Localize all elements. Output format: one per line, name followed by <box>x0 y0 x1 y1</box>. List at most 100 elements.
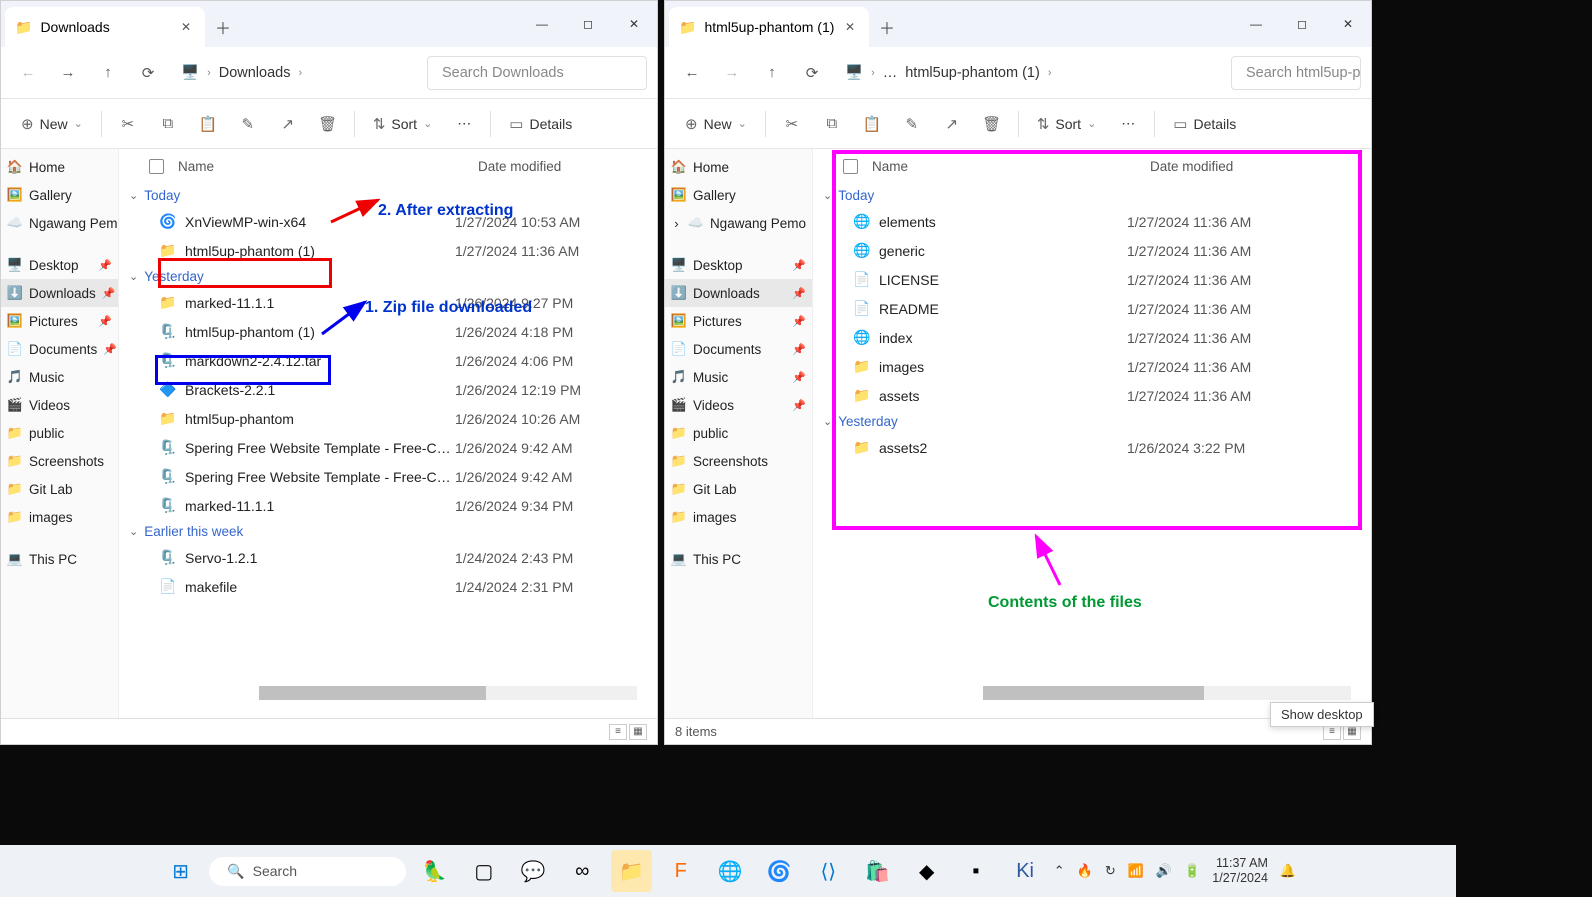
file-explorer-icon[interactable]: 📁 <box>611 850 652 892</box>
file-row[interactable]: 🗜️marked-11.1.11/26/2024 9:34 PM <box>119 491 657 520</box>
arduino-icon[interactable]: ∞ <box>562 850 603 892</box>
sidebar-item[interactable]: 📄Documents📌 <box>1 335 118 363</box>
sidebar-item[interactable]: 🖼️Pictures📌 <box>1 307 118 335</box>
file-row[interactable]: 🗜️Spering Free Website Template - Free-C… <box>119 433 657 462</box>
maximize-button[interactable]: ◻ <box>565 1 611 47</box>
sidebar-item[interactable]: ☁️Ngawang Pemo <box>1 209 118 237</box>
sidebar-item[interactable]: ⬇️Downloads📌 <box>665 279 812 307</box>
delete-button[interactable]: 🗑 <box>310 109 346 139</box>
store-icon[interactable]: 🛍️ <box>857 850 898 892</box>
notifications-icon[interactable]: 🔔 <box>1280 863 1296 879</box>
sort-button[interactable]: ⇅ Sort ⌄ <box>1027 109 1106 139</box>
view-list-button[interactable]: ≡ <box>609 724 627 740</box>
share-button[interactable]: ↗ <box>934 109 970 139</box>
sidebar-item[interactable]: 🖼️Gallery <box>1 181 118 209</box>
edge-icon[interactable]: 🌀 <box>759 850 800 892</box>
sidebar-item[interactable]: 📁Screenshots <box>665 447 812 475</box>
copy-button[interactable]: ⧉ <box>814 109 850 138</box>
sidebar-item[interactable]: 📁images <box>1 503 118 531</box>
minimize-button[interactable]: ― <box>1233 1 1279 47</box>
back-button[interactable]: ← <box>11 56 45 90</box>
cut-button[interactable]: ✂ <box>774 109 810 139</box>
tab-downloads[interactable]: 📁 Downloads ✕ <box>5 7 205 47</box>
up-button[interactable]: ↑ <box>91 56 125 90</box>
refresh-button[interactable]: ⟳ <box>795 56 829 90</box>
sidebar-item[interactable]: 📁images <box>665 503 812 531</box>
breadcrumb[interactable]: 🖥️ › … html5up-phantom (1) › <box>835 64 1062 81</box>
horizontal-scrollbar[interactable] <box>259 686 637 700</box>
delete-button[interactable]: 🗑 <box>974 109 1010 139</box>
tray-sync-icon[interactable]: ↻ <box>1105 863 1116 879</box>
sidebar-item[interactable]: 🖼️Pictures📌 <box>665 307 812 335</box>
new-tab-button[interactable]: ＋ <box>205 7 241 47</box>
wifi-icon[interactable]: 📶 <box>1128 863 1144 879</box>
file-row[interactable]: 🗜️Spering Free Website Template - Free-C… <box>119 462 657 491</box>
bird-widget-icon[interactable]: 🦜 <box>414 850 455 892</box>
refresh-button[interactable]: ⟳ <box>131 56 165 90</box>
sidebar-item[interactable]: 🎬Videos📌 <box>665 391 812 419</box>
col-date[interactable]: Date modified <box>478 159 638 174</box>
forward-button[interactable]: → <box>715 56 749 90</box>
file-row[interactable]: 📁marked-11.1.11/26/2024 9:27 PM <box>119 288 657 317</box>
terminal-icon[interactable]: ▪ <box>955 850 996 892</box>
forward-button[interactable]: → <box>51 56 85 90</box>
more-button[interactable]: ⋯ <box>1110 109 1146 138</box>
file-row[interactable]: 🌀XnViewMP-win-x641/27/2024 10:53 AM <box>119 207 657 236</box>
sidebar-item[interactable]: 🖼️Gallery <box>665 181 812 209</box>
col-name[interactable]: Name <box>178 159 478 174</box>
close-window-button[interactable]: ✕ <box>1325 1 1371 47</box>
rename-button[interactable]: ✎ <box>230 109 266 139</box>
details-button[interactable]: ▭ Details <box>499 109 582 139</box>
close-tab-icon[interactable]: ✕ <box>181 20 191 34</box>
paste-button[interactable]: 📋 <box>854 109 890 139</box>
maximize-button[interactable]: ◻ <box>1279 1 1325 47</box>
group-header[interactable]: ⌄Today <box>119 184 657 207</box>
file-row[interactable]: 🗜️html5up-phantom (1)1/26/2024 4:18 PM <box>119 317 657 346</box>
fusion-icon[interactable]: F <box>660 850 701 892</box>
paste-button[interactable]: 📋 <box>190 109 226 139</box>
rename-button[interactable]: ✎ <box>894 109 930 139</box>
kicad-icon[interactable]: Ki <box>1005 850 1046 892</box>
new-button[interactable]: ⊕ New ⌄ <box>675 109 757 139</box>
sidebar-item[interactable]: 🖥️Desktop📌 <box>1 251 118 279</box>
new-button[interactable]: ⊕ New ⌄ <box>11 109 93 139</box>
chat-icon[interactable]: 💬 <box>512 850 553 892</box>
search-input[interactable]: Search Downloads <box>427 56 647 90</box>
sidebar-item[interactable]: 📁public <box>1 419 118 447</box>
volume-icon[interactable]: 🔊 <box>1156 863 1172 879</box>
taskbar-search[interactable]: 🔍 Search <box>209 857 406 886</box>
search-input[interactable]: Search html5up-p <box>1231 56 1361 90</box>
file-row[interactable]: 📁html5up-phantom1/26/2024 10:26 AM <box>119 404 657 433</box>
new-tab-button[interactable]: ＋ <box>869 7 905 47</box>
sidebar-item[interactable]: 🏠Home <box>665 153 812 181</box>
sidebar-item[interactable]: 📄Documents📌 <box>665 335 812 363</box>
copy-button[interactable]: ⧉ <box>150 109 186 138</box>
tab-phantom[interactable]: 📁 html5up-phantom (1) ✕ <box>669 7 869 47</box>
close-window-button[interactable]: ✕ <box>611 1 657 47</box>
inkscape-icon[interactable]: ◆ <box>906 850 947 892</box>
up-button[interactable]: ↑ <box>755 56 789 90</box>
more-button[interactable]: ⋯ <box>446 109 482 138</box>
sidebar-item[interactable]: 📁Git Lab <box>665 475 812 503</box>
back-button[interactable]: ← <box>675 56 709 90</box>
breadcrumb[interactable]: 🖥️ › Downloads › <box>171 64 312 81</box>
start-button[interactable]: ⊞ <box>160 850 201 892</box>
minimize-button[interactable]: ― <box>519 1 565 47</box>
sidebar-item[interactable]: 🎵Music <box>1 363 118 391</box>
sidebar-item[interactable]: 📁Screenshots <box>1 447 118 475</box>
sidebar-item[interactable]: 🎵Music📌 <box>665 363 812 391</box>
sidebar-item[interactable]: 💻This PC <box>665 545 812 573</box>
clock[interactable]: 11:37 AM 1/27/2024 <box>1212 856 1268 886</box>
sidebar-item[interactable]: ›☁️Ngawang Pemo <box>665 209 812 237</box>
view-grid-button[interactable]: ▦ <box>629 724 647 740</box>
file-row[interactable]: 🗜️Servo-1.2.11/24/2024 2:43 PM <box>119 543 657 572</box>
task-view-icon[interactable]: ▢ <box>463 850 504 892</box>
share-button[interactable]: ↗ <box>270 109 306 139</box>
sidebar-item[interactable]: ⬇️Downloads📌 <box>1 279 118 307</box>
tray-expand-icon[interactable]: ⌃ <box>1054 863 1065 879</box>
cut-button[interactable]: ✂ <box>110 109 146 139</box>
sort-button[interactable]: ⇅ Sort ⌄ <box>363 109 442 139</box>
vscode-icon[interactable]: ⟨⟩ <box>808 850 849 892</box>
details-button[interactable]: ▭ Details <box>1163 109 1246 139</box>
tray-app-icon[interactable]: 🔥 <box>1077 863 1093 879</box>
